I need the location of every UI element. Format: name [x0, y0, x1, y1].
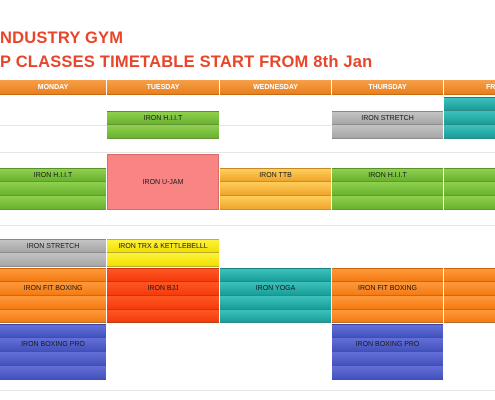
class-wed-iron-ttb-slot: [220, 182, 331, 196]
class-thu-boxing-pro-slot: [332, 352, 443, 366]
class-fri-green-slot: [444, 182, 495, 196]
grid-divider: [0, 225, 495, 226]
class-thu-iron-stretch[interactable]: IRON STRETCH: [332, 111, 443, 125]
class-thu-iron-hiit-slot: [332, 182, 443, 196]
class-mon-iron-stretch-slot: [0, 253, 106, 267]
class-mon-iron-hiit-slot: [0, 196, 106, 210]
class-fri-teal-slot: [444, 125, 495, 139]
day-header-thursday: THURSDAY: [332, 80, 443, 95]
class-thu-boxing-pro-slot: [332, 366, 443, 380]
class-mon-iron-hiit-slot: [0, 182, 106, 196]
class-mon-iron-stretch[interactable]: IRON STRETCH: [0, 239, 106, 253]
class-thu-iron-fit-boxing[interactable]: IRON FIT BOXING: [332, 282, 443, 296]
gym-name-title: NDUSTRY GYM: [0, 29, 124, 47]
class-mon-fit-boxing-slot: [0, 310, 106, 323]
class-wed-yoga-slot: [220, 310, 331, 323]
class-wed-yoga-slot: [220, 296, 331, 310]
class-thu-iron-stretch-slot: [332, 125, 443, 139]
class-tue-bjj-slot: [107, 268, 219, 282]
class-thu-fit-boxing-slot: [332, 310, 443, 323]
day-header-monday: MONDAY: [0, 80, 106, 95]
class-mon-fit-boxing-slot: [0, 296, 106, 310]
class-mon-iron-hiit[interactable]: IRON H.I.I.T: [0, 168, 106, 182]
class-tue-iron-trx-kettlebell[interactable]: IRON TRX & KETTLEBELLL: [107, 239, 219, 253]
class-tue-iron-trx-slot: [107, 253, 219, 267]
class-fri-teal-slot: [444, 111, 495, 125]
class-fri-green-slot: [444, 196, 495, 210]
class-fri-orange[interactable]: [444, 268, 495, 282]
class-fri-teal[interactable]: [444, 97, 495, 111]
class-thu-fit-boxing-slot: [332, 296, 443, 310]
day-header-wednesday: WEDNESDAY: [220, 80, 331, 95]
class-thu-iron-hiit[interactable]: IRON H.I.I.T: [332, 168, 443, 182]
class-thu-iron-boxing-pro[interactable]: IRON BOXING PRO: [332, 338, 443, 352]
class-wed-yoga-slot: [220, 268, 331, 282]
class-mon-boxing-pro-slot: [0, 352, 106, 366]
class-tue-bjj-slot: [107, 296, 219, 310]
class-tue-iron-bjj[interactable]: IRON BJJ: [107, 282, 219, 296]
class-mon-iron-boxing-pro[interactable]: IRON BOXING PRO: [0, 338, 106, 352]
timetable-title: P CLASSES TIMETABLE START FROM 8th Jan: [0, 53, 373, 71]
class-thu-iron-hiit-slot: [332, 196, 443, 210]
grid-divider: [0, 390, 495, 391]
class-fri-orange-slot: [444, 310, 495, 323]
class-tue-iron-hiit-slot: [107, 125, 219, 139]
class-tue-iron-u-jam[interactable]: IRON U-JAM: [107, 154, 219, 210]
class-fri-green[interactable]: [444, 168, 495, 182]
class-fri-orange-slot: [444, 296, 495, 310]
class-mon-boxing-pro-slot: [0, 366, 106, 380]
class-tue-iron-hiit[interactable]: IRON H.I.I.T: [107, 111, 219, 125]
class-wed-iron-ttb-slot: [220, 196, 331, 210]
day-header-friday: FR: [444, 80, 495, 95]
class-thu-boxing-pro-slot: [332, 324, 443, 338]
class-mon-fit-boxing-slot: [0, 268, 106, 282]
class-wed-iron-ttb[interactable]: IRON TTB: [220, 168, 331, 182]
class-wed-iron-yoga[interactable]: IRON YOGA: [220, 282, 331, 296]
class-mon-boxing-pro-slot: [0, 324, 106, 338]
grid-divider: [0, 152, 495, 153]
class-mon-iron-fit-boxing[interactable]: IRON FIT BOXING: [0, 282, 106, 296]
class-fri-orange-slot: [444, 282, 495, 296]
class-thu-fit-boxing-slot: [332, 268, 443, 282]
class-tue-bjj-slot: [107, 310, 219, 323]
day-header-tuesday: TUESDAY: [107, 80, 219, 95]
